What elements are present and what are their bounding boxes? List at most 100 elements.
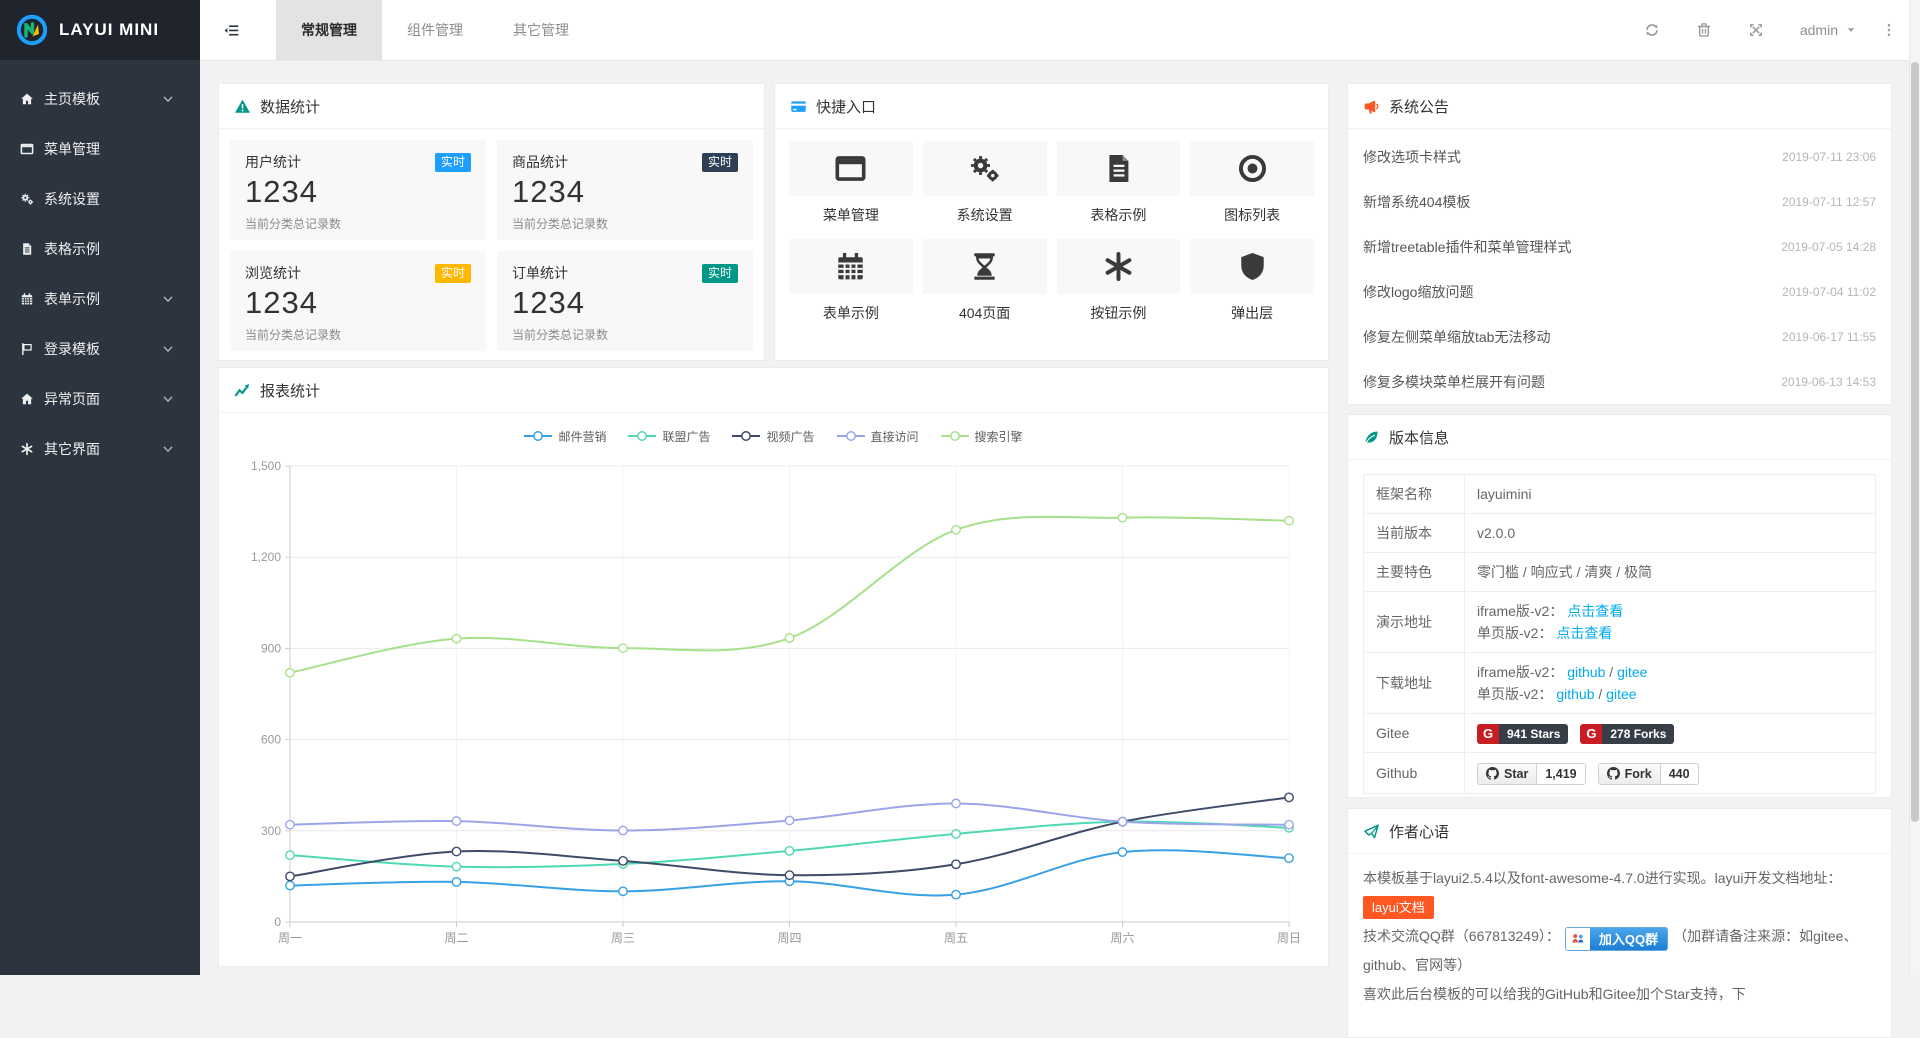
chevron-down-icon — [159, 442, 176, 456]
github-badge[interactable]: Star1,419 — [1477, 763, 1586, 785]
quick-entry-label: 按钮示例 — [1057, 303, 1181, 323]
announcement-text: 新增系统404模板 — [1363, 192, 1470, 212]
panel-title: 数据统计 — [260, 96, 320, 117]
link-点击查看[interactable]: 点击查看 — [1567, 603, 1623, 619]
calendar-icon — [18, 292, 35, 306]
quick-entry-2[interactable]: 表格示例 — [1057, 141, 1181, 225]
svg-text:600: 600 — [261, 733, 281, 747]
stat-note: 当前分类总记录数 — [512, 326, 738, 343]
legend-item-2[interactable]: 视频广告 — [732, 428, 814, 445]
sidebar-item-4[interactable]: 表单示例 — [0, 274, 200, 324]
github-icon — [1486, 767, 1499, 780]
version-label: 主要特色 — [1364, 553, 1465, 592]
link-github[interactable]: github — [1567, 664, 1605, 680]
version-row-4: 下载地址iframe版-v2： github / gitee单页版-v2： gi… — [1364, 653, 1876, 714]
app-logo[interactable]: LAYUI MINI — [0, 0, 200, 60]
legend-marker-icon — [941, 430, 969, 442]
svg-text:周六: 周六 — [1110, 931, 1134, 945]
user-dropdown[interactable]: admin — [1782, 22, 1874, 38]
gitee-badge[interactable]: G278 Forks — [1580, 724, 1674, 744]
credit-card-icon — [790, 98, 807, 115]
svg-text:1,500: 1,500 — [251, 459, 281, 473]
refresh-button[interactable] — [1626, 0, 1678, 60]
sidebar-item-0[interactable]: 主页模板 — [0, 74, 200, 124]
version-row-1: 当前版本v2.0.0 — [1364, 514, 1876, 553]
hourglass-icon — [968, 250, 1001, 283]
sidebar-item-2[interactable]: 系统设置 — [0, 174, 200, 224]
quick-entry-7[interactable]: 弹出层 — [1190, 239, 1314, 323]
svg-text:周三: 周三 — [611, 931, 635, 945]
sidebar-item-5[interactable]: 登录模板 — [0, 324, 200, 374]
svg-text:900: 900 — [261, 641, 281, 655]
gitee-logo-icon: G — [1580, 724, 1602, 744]
paper-plane-icon — [1363, 823, 1380, 840]
quick-entry-label: 系统设置 — [923, 205, 1047, 225]
announcement-time: 2019-07-11 23:06 — [1782, 150, 1876, 164]
sidebar-item-1[interactable]: 菜单管理 — [0, 124, 200, 174]
scrollbar-thumb[interactable] — [1911, 62, 1919, 822]
sidebar-item-label: 菜单管理 — [44, 139, 100, 159]
quick-entry-5[interactable]: 404页面 — [923, 239, 1047, 323]
sidebar-item-3[interactable]: 表格示例 — [0, 224, 200, 274]
more-menu-button[interactable] — [1874, 0, 1904, 60]
sidebar-collapse-button[interactable] — [200, 0, 262, 60]
sidebar-item-label: 系统设置 — [44, 189, 100, 209]
stat-value: 1234 — [245, 174, 471, 210]
fullscreen-button[interactable] — [1730, 0, 1782, 60]
tab-2[interactable]: 其它管理 — [488, 0, 594, 60]
legend-marker-icon — [732, 430, 760, 442]
announcement-time: 2019-06-17 11:55 — [1782, 330, 1876, 344]
announcement-time: 2019-07-04 11:02 — [1782, 285, 1876, 299]
quick-entry-0[interactable]: 菜单管理 — [789, 141, 913, 225]
sidebar-item-6[interactable]: 异常页面 — [0, 374, 200, 424]
quick-entry-3[interactable]: 图标列表 — [1190, 141, 1314, 225]
stat-value: 1234 — [245, 285, 471, 321]
legend-item-3[interactable]: 直接访问 — [837, 428, 919, 445]
quick-entry-label: 图标列表 — [1190, 205, 1314, 225]
warning-triangle-icon — [234, 98, 251, 115]
announcement-text: 修改选项卡样式 — [1363, 147, 1461, 167]
link-github[interactable]: github — [1556, 686, 1594, 702]
quick-entry-label: 表格示例 — [1057, 205, 1181, 225]
legend-item-0[interactable]: 邮件营销 — [524, 428, 606, 445]
link-gitee[interactable]: gitee — [1617, 664, 1647, 680]
announcement-time: 2019-07-05 14:28 — [1781, 240, 1876, 254]
panel-data-stats: 数据统计 用户统计实时1234当前分类总记录数商品统计实时1234当前分类总记录… — [218, 83, 765, 361]
chevron-down-icon — [159, 342, 176, 356]
github-badge[interactable]: Fork440 — [1598, 763, 1699, 785]
clear-cache-button[interactable] — [1678, 0, 1730, 60]
announcement-item-1[interactable]: 新增系统404模板2019-07-11 12:57 — [1348, 179, 1891, 224]
announcement-item-2[interactable]: 新增treetable插件和菜单管理样式2019-07-05 14:28 — [1348, 224, 1891, 269]
link-gitee[interactable]: gitee — [1606, 686, 1636, 702]
layui-doc-badge[interactable]: layui文档 — [1363, 896, 1434, 919]
quick-entry-1[interactable]: 系统设置 — [923, 141, 1047, 225]
version-label: Github — [1364, 753, 1465, 793]
gears-icon — [968, 152, 1001, 185]
version-row-6: Github Star1,419 Fork440 — [1364, 753, 1876, 793]
tab-1[interactable]: 组件管理 — [382, 0, 488, 60]
tab-0[interactable]: 常规管理 — [276, 0, 382, 60]
panel-quick-entry-header: 快捷入口 — [775, 84, 1328, 129]
sidebar-item-7[interactable]: 其它界面 — [0, 424, 200, 474]
announcement-item-0[interactable]: 修改选项卡样式 2019-07-11 23:06 — [1348, 134, 1891, 179]
quick-entry-6[interactable]: 按钮示例 — [1057, 239, 1181, 323]
calendar-icon — [834, 250, 867, 283]
asterisk-icon — [1102, 250, 1135, 283]
svg-text:0: 0 — [274, 915, 281, 929]
gitee-badge[interactable]: G941 Stars — [1477, 724, 1568, 744]
announcement-item-5[interactable]: 修复多模块菜单栏展开有问题2019-06-13 14:53 — [1348, 359, 1891, 404]
sidebar-item-label: 表格示例 — [44, 239, 100, 259]
sidebar-item-label: 登录模板 — [44, 339, 100, 359]
announcement-item-3[interactable]: 修改logo缩放问题2019-07-04 11:02 — [1348, 269, 1891, 314]
join-qq-group-badge[interactable]: 加入QQ群 — [1565, 927, 1668, 951]
home-icon — [18, 392, 35, 406]
quick-entry-4[interactable]: 表单示例 — [789, 239, 913, 323]
legend-item-1[interactable]: 联盟广告 — [628, 428, 710, 445]
announcement-item-4[interactable]: 修复左侧菜单缩放tab无法移动 2019-06-17 11:55 — [1348, 314, 1891, 359]
tab-bar: 常规管理组件管理其它管理 — [276, 0, 594, 60]
legend-item-4[interactable]: 搜索引擎 — [941, 428, 1023, 445]
link-点击查看[interactable]: 点击查看 — [1556, 625, 1612, 641]
svg-text:周二: 周二 — [444, 931, 468, 945]
announcement-text: 修复左侧菜单缩放tab无法移动 — [1363, 327, 1550, 347]
layui-mini-logo-icon — [15, 13, 49, 47]
